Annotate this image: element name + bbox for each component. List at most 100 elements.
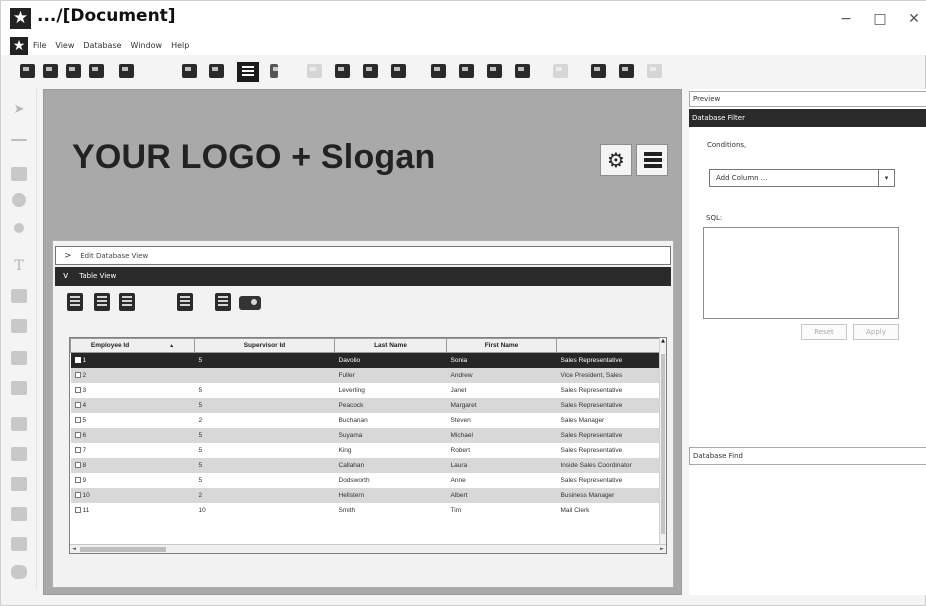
cell-position[interactable]: Sales Representative <box>557 383 667 398</box>
cell-position[interactable]: Sales Representative <box>556 397 666 413</box>
field-f-icon[interactable] <box>487 64 502 78</box>
cell-supervisor-id[interactable]: 5 <box>194 457 335 473</box>
column-header-employee-id[interactable]: Employee Id ▲ <box>70 338 195 353</box>
shield-tool-icon[interactable] <box>11 565 27 579</box>
cell-supervisor-id[interactable]: 5 <box>194 352 335 368</box>
row-checkbox[interactable] <box>74 401 81 408</box>
cell-supervisor-id[interactable]: 5 <box>194 427 335 443</box>
insert-column-icon[interactable] <box>94 293 110 311</box>
cell-last-name[interactable]: Dodsworth <box>335 473 447 488</box>
database-link-icon[interactable] <box>89 64 104 78</box>
cell-first-name[interactable]: Albert <box>446 487 557 503</box>
cell-supervisor-id[interactable]: 10 <box>195 503 335 518</box>
image-field-tool-icon[interactable] <box>11 289 27 303</box>
cell-position[interactable]: Inside Sales Coordinator <box>556 457 666 473</box>
cell-last-name[interactable]: Smith <box>335 503 447 518</box>
cell-employee-id[interactable]: 2 <box>70 367 195 383</box>
cell-first-name[interactable]: Robert <box>447 443 557 458</box>
table-row[interactable]: 8 5 Callahan Laura Inside Sales Coordinator <box>70 457 666 473</box>
print-icon[interactable] <box>43 64 58 78</box>
cell-employee-id[interactable]: 4 <box>70 397 195 413</box>
table-row[interactable]: 7 5 King Robert Sales Representative <box>71 443 667 458</box>
row-checkbox[interactable] <box>74 446 81 453</box>
row-checkbox[interactable] <box>74 506 81 513</box>
cell-last-name[interactable]: Hellstern <box>334 487 447 503</box>
database-filter-header[interactable]: Database Filter <box>689 109 926 127</box>
cell-supervisor-id[interactable]: 5 <box>195 383 335 398</box>
row-checkbox[interactable] <box>74 416 81 423</box>
database-connect-small-icon[interactable] <box>239 296 261 310</box>
column-header-supervisor-id[interactable]: Supervisor Id <box>194 338 335 353</box>
cell-employee-id[interactable]: 6 <box>70 427 195 443</box>
id-card-icon[interactable] <box>182 64 197 78</box>
refresh-data-icon[interactable] <box>215 293 231 311</box>
cell-position[interactable]: Mail Clerk <box>557 503 667 518</box>
row-checkbox[interactable] <box>74 491 81 498</box>
cell-position[interactable]: Sales Representative <box>557 473 667 488</box>
column-header-last-name[interactable]: Last Name <box>334 338 447 353</box>
cell-first-name[interactable]: Sonia <box>446 352 557 368</box>
maximize-button[interactable]: □ <box>867 9 893 29</box>
table-view-toggle-icon[interactable] <box>237 62 259 82</box>
edit-database-view-header[interactable]: > Edit Database View <box>55 246 671 265</box>
cell-first-name[interactable]: Michael <box>446 427 557 443</box>
menu-item-database[interactable]: Database <box>83 41 121 50</box>
rectangle-tool-icon[interactable] <box>11 167 27 181</box>
text-tool-icon[interactable]: T <box>11 259 27 273</box>
barcode-tool-icon[interactable] <box>11 351 27 365</box>
table-row[interactable]: 1 5 Davolio Sonia Sales Representative <box>70 352 666 368</box>
cell-position[interactable]: Sales Representative <box>557 443 667 458</box>
cell-last-name[interactable]: King <box>335 443 447 458</box>
cell-position[interactable]: Sales Manager <box>557 413 667 428</box>
delete-row-icon[interactable] <box>119 293 135 311</box>
table-row[interactable]: 11 10 Smith Tim Mail Clerk <box>71 503 667 518</box>
cell-supervisor-id[interactable]: 2 <box>195 413 335 428</box>
cell-supervisor-id[interactable]: 5 <box>194 397 335 413</box>
cell-employee-id[interactable]: 1 <box>70 352 195 368</box>
cell-last-name[interactable]: Fuller <box>334 367 447 383</box>
chevron-down-icon[interactable]: ▾ <box>878 170 894 186</box>
sql-textarea[interactable] <box>703 227 899 319</box>
cell-first-name[interactable]: Andrew <box>446 367 557 383</box>
table-row[interactable]: 5 2 Buchanan Steven Sales Manager <box>71 413 667 428</box>
menu-star-icon[interactable]: ★ <box>10 37 28 55</box>
menu-item-view[interactable]: View <box>55 41 74 50</box>
table-row[interactable]: 2 Fuller Andrew Vice President, Sales <box>70 367 666 383</box>
field-i-icon[interactable] <box>591 64 606 78</box>
horizontal-scrollbar[interactable]: ◄ ► <box>70 544 666 553</box>
dot-tool-icon[interactable] <box>14 223 24 233</box>
field-j-icon[interactable] <box>619 64 634 78</box>
apply-button[interactable]: Apply <box>853 324 899 340</box>
cell-employee-id[interactable]: 8 <box>70 457 195 473</box>
minimize-button[interactable]: − <box>833 9 859 29</box>
field-g-icon[interactable] <box>515 64 530 78</box>
design-canvas[interactable]: YOUR LOGO + Slogan ⚙ > Edit Database Vie… <box>43 89 682 595</box>
sound-icon[interactable] <box>270 64 279 78</box>
cell-last-name[interactable]: Leverling <box>335 383 447 398</box>
logo-slogan-text[interactable]: YOUR LOGO + Slogan <box>72 138 435 177</box>
row-checkbox[interactable] <box>74 461 81 468</box>
cell-employee-id[interactable]: 9 <box>71 473 195 488</box>
cell-employee-id[interactable]: 7 <box>71 443 195 458</box>
cell-position[interactable]: Sales Representative <box>556 427 666 443</box>
row-checkbox[interactable] <box>74 371 81 378</box>
row-checkbox[interactable] <box>74 386 81 393</box>
table-row[interactable]: 3 5 Leverling Janet Sales Representative <box>71 383 667 398</box>
vertical-scrollbar[interactable]: ▲ <box>659 338 666 546</box>
printer-icon[interactable] <box>119 64 134 78</box>
close-button[interactable]: ✕ <box>901 9 926 29</box>
frame-tool-icon[interactable] <box>11 477 27 491</box>
column-header-first-name[interactable]: First Name <box>446 338 557 353</box>
cell-supervisor-id[interactable]: 5 <box>195 443 335 458</box>
menu-item-window[interactable]: Window <box>131 41 163 50</box>
gear-icon[interactable]: ⚙ <box>600 144 632 176</box>
cell-supervisor-id[interactable]: 2 <box>194 487 335 503</box>
cell-supervisor-id[interactable] <box>194 367 335 383</box>
filter-rows-icon[interactable] <box>177 293 193 311</box>
field-c-icon[interactable] <box>391 64 406 78</box>
row-checkbox[interactable] <box>74 356 81 363</box>
cell-position[interactable]: Sales Representative <box>556 352 666 368</box>
edit-tool-icon[interactable] <box>11 537 27 551</box>
table-row[interactable]: 4 5 Peacock Margaret Sales Representative <box>70 397 666 413</box>
link-tool-icon[interactable] <box>11 507 27 521</box>
